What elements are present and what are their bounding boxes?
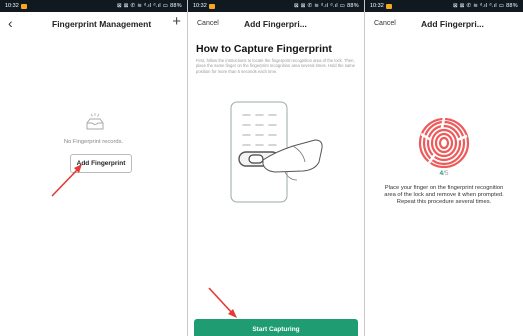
instructions-heading: How to Capture Fingerprint [196,43,332,55]
notification-icon [20,3,27,9]
start-capturing-button[interactable]: Start Capturing [194,319,358,336]
status-time: 10:32 [370,3,384,9]
capture-progress: 4/5 [365,170,523,177]
fingerprint-icon [418,118,470,168]
back-icon[interactable]: ‹ [8,15,13,31]
status-time: 10:32 [5,3,19,9]
screen-capturing-progress: 10:32 ⊠ ⊠ ✆ ≋ ᵈ.ıl ᵈ.ıl ▭ 88% Cancel Add… [365,0,523,336]
battery-level: 88% [347,3,359,9]
battery-level: 88% [170,3,182,9]
progress-total: /5 [443,170,449,177]
header: Cancel Add Fingerpri... [365,12,523,38]
cancel-button[interactable]: Cancel [197,20,219,27]
red-arrow-annotation [208,287,237,318]
page-title: Add Fingerpri... [421,19,484,29]
place-finger-text: Place your finger on the fingerprint rec… [384,185,504,206]
page-title: Add Fingerpri... [244,19,307,29]
screen-fingerprint-management: 10:32 ⊠ ⊠ ✆ ≋ ᵈ.ıl ᵈ.ıl ▭ 88% ‹ Fingerpr… [0,0,187,336]
status-bar: 10:32 ⊠ ⊠ ✆ ≋ ᵈ.ıl ᵈ.ıl ▭ 88% [365,0,523,12]
notification-icon [385,3,392,9]
add-icon[interactable]: + [172,13,181,30]
red-arrow-annotation [51,164,82,197]
battery-level: 88% [506,3,518,9]
page-title: Fingerprint Management [52,19,152,29]
cancel-button[interactable]: Cancel [374,20,396,27]
status-time: 10:32 [193,3,207,9]
empty-state-text: No Fingerprint records. [63,139,124,145]
status-icons: ⊠ ⊠ ✆ ≋ ᵈ.ıl ᵈ.ıl ▭ [294,3,346,9]
instructions-text: First, follow the instructions to locate… [196,58,355,74]
header: ‹ Fingerprint Management + [0,12,187,38]
status-bar: 10:32 ⊠ ⊠ ✆ ≋ ᵈ.ıl ᵈ.ıl ▭ 88% [188,0,364,12]
status-icons: ⊠ ⊠ ✆ ≋ ᵈ.ıl ᵈ.ıl ▭ [117,3,169,9]
screen-capture-instructions: 10:32 ⊠ ⊠ ✆ ≋ ᵈ.ıl ᵈ.ıl ▭ 88% Cancel Add… [188,0,364,336]
status-icons: ⊠ ⊠ ✆ ≋ ᵈ.ıl ᵈ.ıl ▭ [453,3,505,9]
header: Cancel Add Fingerpri... [188,12,364,38]
notification-icon [208,3,215,9]
empty-tray-icon [86,113,104,130]
status-bar: 10:32 ⊠ ⊠ ✆ ≋ ᵈ.ıl ᵈ.ıl ▭ 88% [0,0,187,12]
lock-illustration [230,101,323,203]
